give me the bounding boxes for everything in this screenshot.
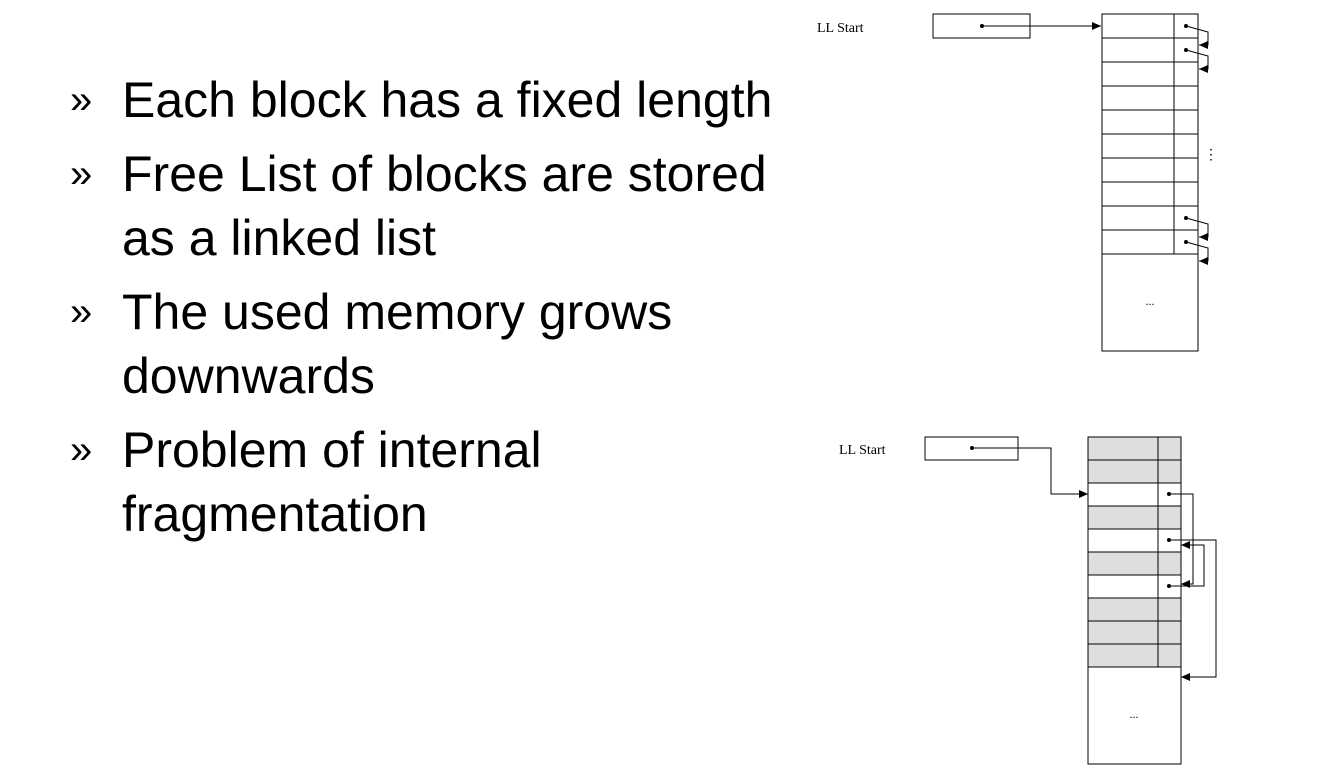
ll-start-label: LL Start [839,443,886,458]
used-block [1087,436,1182,461]
free-space-ellipsis: ... [1146,294,1155,308]
used-block [1087,505,1182,530]
vertical-ellipsis: ⋮ [1204,148,1218,163]
memory-diagrams: LL Start ⋮ ... LL Start ... [817,13,1218,765]
used-block [1087,551,1182,576]
used-block [1087,643,1182,668]
used-block [1087,459,1182,484]
bottom-diagram: LL Start ... [839,436,1217,765]
ll-start-label: LL Start [817,21,864,36]
top-diagram: LL Start ⋮ ... [817,13,1218,352]
used-block [1087,620,1182,645]
used-block [1087,597,1182,622]
free-space-ellipsis: ... [1130,707,1139,721]
